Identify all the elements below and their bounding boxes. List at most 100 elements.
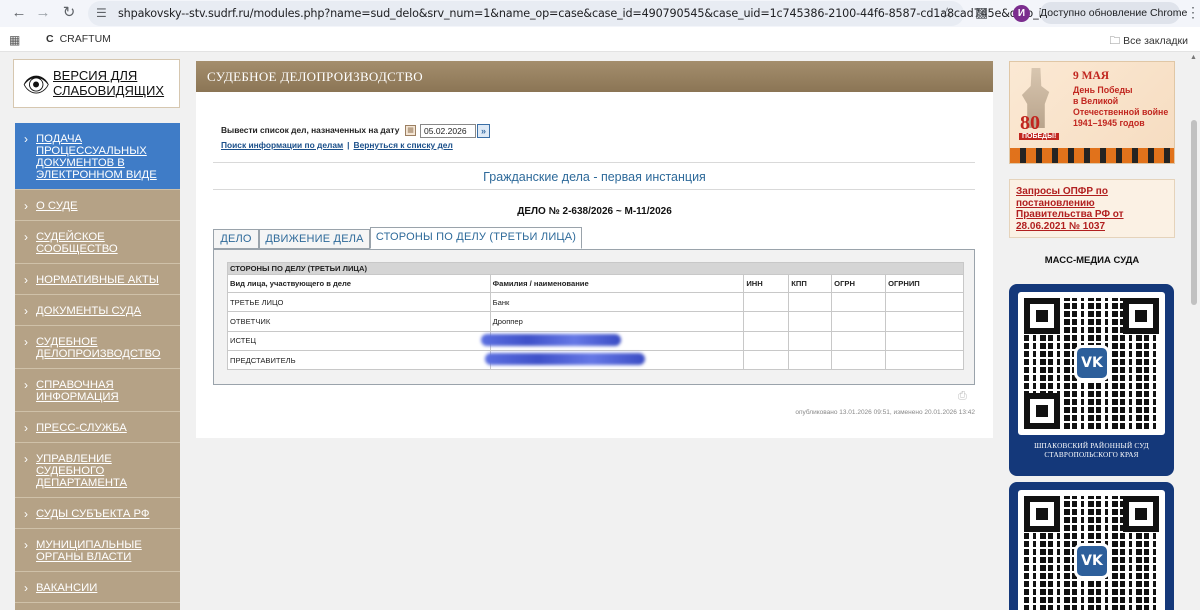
sidebar-item-regulations[interactable]: › НОРМАТИВНЫЕ АКТЫ	[15, 264, 180, 295]
bookmark-label: CRAFTUM	[59, 33, 111, 45]
redaction-mark	[480, 333, 621, 346]
sidebar-item-label: УПРАВЛЕНИЕ	[36, 453, 112, 465]
reload-icon[interactable]: ↻	[58, 3, 80, 23]
party-role: ПРЕДСТАВИТЕЛЬ	[227, 349, 491, 371]
vision-impaired-version-link[interactable]: 👁 ВЕРСИЯ ДЛЯ СЛАБОВИДЯЩИХ	[13, 59, 180, 108]
sidebar-item-label: СУДЕБНОЕ	[36, 336, 98, 348]
table-header-row: Вид лица, участвующего в деле Фамилия / …	[227, 274, 964, 293]
page-scrollbar[interactable]: ▲	[1188, 52, 1200, 610]
back-arrow-icon[interactable]: ←	[8, 3, 30, 23]
sidebar-item-municipal-authorities[interactable]: › МУНИЦИПАЛЬНЫЕ ОРГАНЫ ВЛАСТИ	[15, 529, 180, 572]
kpp-cell	[788, 349, 833, 371]
column-header: Вид лица, участвующего в деле	[227, 274, 491, 293]
divider	[213, 189, 975, 190]
scrollbar-thumb[interactable]	[1191, 120, 1197, 305]
sidebar-item-case-management[interactable]: › СУДЕБНОЕ ДЕЛОПРОИЗВОДСТВО	[15, 326, 180, 369]
sidebar-item-about-court[interactable]: › О СУДЕ	[15, 190, 180, 221]
qr-code: VK	[1018, 292, 1165, 435]
sidebar-item-court-documents[interactable]: › ДОКУМЕНТЫ СУДА	[15, 295, 180, 326]
sidebar-item-label: ОРГАНЫ ВЛАСТИ	[36, 551, 132, 563]
case-links: Поиск информации по делам | Вернуться к сп…	[221, 140, 453, 150]
inn-cell	[743, 330, 790, 351]
victory-day-banner[interactable]: 80 ПОБЕДЫ! 9 МАЯ День Победы в Великой О…	[1009, 61, 1175, 164]
sidebar-item-label: СУДЕЙСКОЕ	[36, 231, 105, 243]
qr-finder	[1024, 496, 1060, 532]
menu-dots-icon[interactable]: ⋮	[1186, 4, 1200, 21]
sidebar-item-label: МУНИЦИПАЛЬНЫЕ	[36, 539, 142, 551]
sidebar-item-label: ДЕЛОПРОИЗВОДСТВО	[36, 348, 161, 360]
sidebar-item-label: ДЕПАРТАМЕНТА	[36, 477, 128, 489]
all-bookmarks[interactable]: 🗀 Все закладки	[1110, 33, 1188, 51]
table-row: ОТВЕТЧИК Дроппер	[227, 311, 964, 332]
date-input[interactable]: 05.02.2026	[420, 124, 476, 138]
table-row: ПРЕДСТАВИТЕЛЬ	[227, 349, 964, 371]
sidebar-item-reference-info[interactable]: › СПРАВОЧНАЯ ИНФОРМАЦИЯ	[15, 369, 180, 412]
scroll-up-icon[interactable]: ▲	[1190, 54, 1197, 61]
sidebar-item-label: ВАКАНСИИ	[36, 582, 98, 594]
kpp-cell	[788, 311, 833, 332]
column-header: ОГРНИП	[885, 274, 964, 293]
kpp-cell	[788, 330, 833, 351]
sidebar-item-label: ДОКУМЕНТОВ В	[36, 157, 125, 169]
print-icon[interactable]: ⎙	[958, 390, 967, 403]
sidebar-item-judicial-department[interactable]: › УПРАВЛЕНИЕ СУДЕБНОГО ДЕПАРТАМЕНТА	[15, 443, 180, 498]
sidebar-item-press-service[interactable]: › ПРЕСС-СЛУЖБА	[15, 412, 180, 443]
table-row: ИСТЕЦ	[227, 330, 964, 351]
bookmarks-bar: ▦ C CRAFTUM 🗀 Все закладки	[0, 27, 1200, 52]
column-header: КПП	[788, 274, 833, 293]
victory-label: ПОБЕДЫ!	[1019, 133, 1060, 140]
ogrnip-cell	[885, 311, 964, 332]
page: 👁 ВЕРСИЯ ДЛЯ СЛАБОВИДЯЩИХ › ПОДАЧА ПРОЦЕСС…	[0, 52, 1200, 610]
party-role: ОТВЕТЧИК	[227, 311, 491, 332]
sidebar-item-vacancies[interactable]: › ВАКАНСИИ	[15, 572, 180, 603]
site-info-icon[interactable]: ☰	[96, 6, 107, 20]
st-george-ribbon	[1010, 148, 1174, 163]
vk-qr-card[interactable]: VK	[1009, 482, 1174, 610]
address-bar[interactable]: ☰ shpakovsky--stv.sudrf.ru/modules.php?n…	[88, 1, 1082, 26]
parties-panel: СТОРОНЫ ПО ДЕЛУ (ТРЕТЬИ ЛИЦА) Вид лица, …	[213, 249, 975, 385]
redaction-mark	[484, 353, 645, 366]
sidebar-item-regional-courts[interactable]: › СУДЫ СУБЪЕКТА РФ	[15, 498, 180, 529]
sidebar-item-label: ЭЛЕКТРОННОМ ВИДЕ	[36, 169, 157, 181]
extensions-icon[interactable]: ▩	[975, 4, 988, 21]
divider	[213, 162, 975, 163]
date-submit-button[interactable]: »	[477, 124, 490, 138]
apps-icon[interactable]: ▦	[9, 33, 20, 47]
qr-code: VK	[1018, 490, 1165, 610]
back-to-list-link[interactable]: Вернуться к списку дел	[354, 140, 453, 150]
star-icon[interactable]: ☆	[941, 4, 954, 22]
column-header: Фамилия / наименование	[489, 274, 745, 293]
url-text[interactable]: shpakovsky--stv.sudrf.ru/modules.php?nam…	[118, 7, 1082, 20]
sidebar-item-judicial-community[interactable]: › СУДЕЙСКОЕ СООБЩЕСТВО	[15, 221, 180, 264]
chevron-right-icon: ›	[24, 507, 28, 521]
party-name: Дроппер	[489, 311, 745, 332]
bookmark-craftum[interactable]: C CRAFTUM	[46, 33, 111, 45]
search-cases-link[interactable]: Поиск информации по делам	[221, 140, 343, 150]
vision-version-label[interactable]: ВЕРСИЯ ДЛЯ СЛАБОВИДЯЩИХ	[53, 68, 164, 98]
vk-icon: VK	[1074, 543, 1110, 579]
sidebar-item-e-filing[interactable]: › ПОДАЧА ПРОЦЕССУАЛЬНЫХ ДОКУМЕНТОВ В ЭЛЕКТРО…	[15, 123, 180, 190]
chevron-right-icon: ›	[24, 335, 28, 349]
browser-toolbar: ← → ↻ ☰ shpakovsky--stv.sudrf.ru/modules…	[0, 0, 1200, 27]
forward-arrow-icon[interactable]: →	[32, 3, 54, 23]
profile-avatar[interactable]: И	[1013, 5, 1030, 22]
chevron-right-icon: ›	[24, 538, 28, 552]
inn-cell	[743, 349, 790, 371]
column-header: ИНН	[743, 274, 790, 293]
calendar-icon[interactable]: ▦	[405, 125, 416, 136]
page-header: СУДЕБНОЕ ДЕЛОПРОИЗВОДСТВО	[196, 61, 993, 92]
qr-finder	[1024, 393, 1060, 429]
chevron-right-icon: ›	[24, 452, 28, 466]
vk-qr-card[interactable]: VK ШПАКОВСКИЙ РАЙОННЫЙ СУД СТАВРОПОЛЬСКО…	[1009, 284, 1174, 476]
banner-title: 9 МАЯ	[1073, 70, 1110, 82]
opfr-banner[interactable]: Запросы ОПФР по постановлению Правительс…	[1009, 179, 1175, 238]
chrome-update-button[interactable]: Доступно обновление Chrome	[1040, 2, 1187, 24]
tab-parties[interactable]: СТОРОНЫ ПО ДЕЛУ (ТРЕТЬИ ЛИЦА)	[370, 227, 582, 249]
opfr-link[interactable]: Запросы ОПФР по постановлению Правительс…	[1016, 186, 1170, 232]
qr-caption: ШПАКОВСКИЙ РАЙОННЫЙ СУД СТАВРОПОЛЬСКОГО …	[1034, 442, 1149, 459]
tab-case[interactable]: ДЕЛО	[213, 229, 259, 249]
inn-cell	[743, 291, 790, 313]
date-filter-label: Вывести список дел, назначенных на дату	[221, 125, 400, 135]
tab-case-movement[interactable]: ДВИЖЕНИЕ ДЕЛА	[259, 229, 370, 249]
sidebar-item-label: ПОДАЧА	[36, 133, 83, 145]
